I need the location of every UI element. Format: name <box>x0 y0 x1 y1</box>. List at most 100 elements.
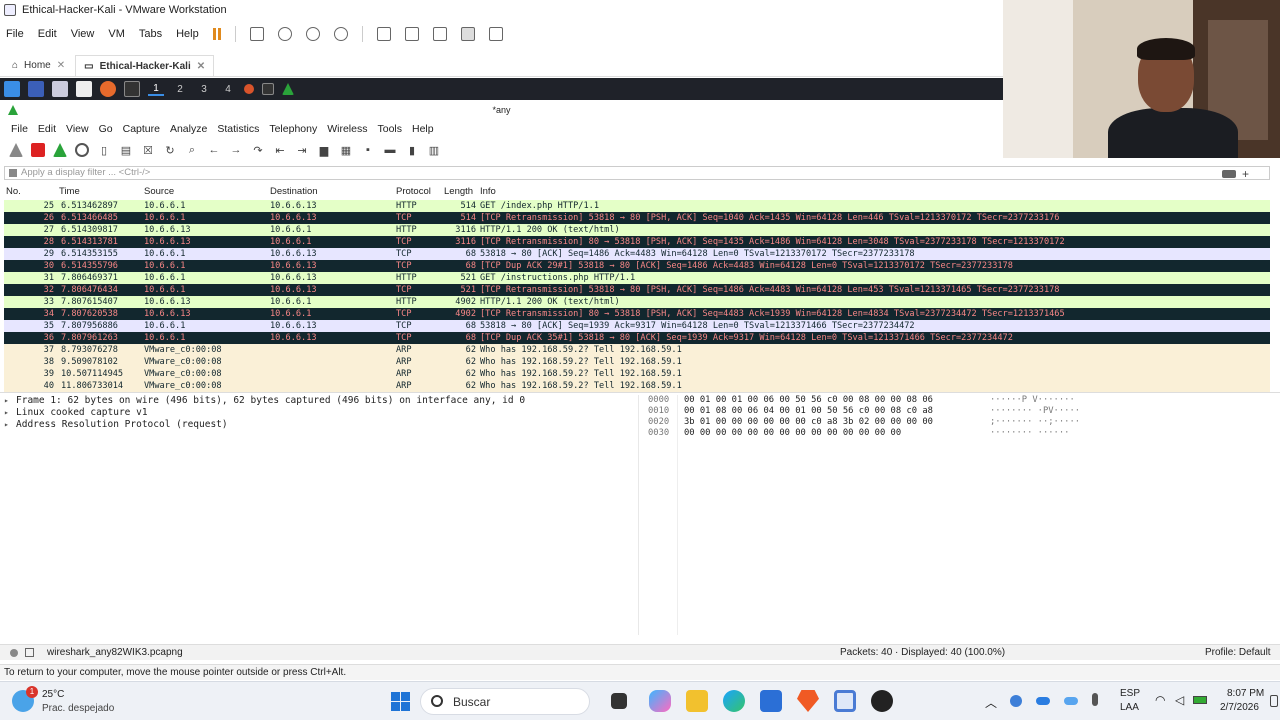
notifications-icon[interactable] <box>1270 695 1278 707</box>
terminal-icon[interactable] <box>262 83 274 95</box>
burp-icon[interactable] <box>244 84 254 94</box>
col-protocol[interactable]: Protocol <box>396 186 431 197</box>
packet-row[interactable]: 31 7.806469371 10.6.6.1 10.6.6.13 HTTP 521 GET… <box>4 272 1270 284</box>
stretch-guest-icon[interactable] <box>488 27 503 41</box>
normal-size-icon[interactable]: ▮ <box>405 143 419 157</box>
microphone-icon[interactable] <box>1092 693 1098 706</box>
vm-menu-vm[interactable]: VM <box>108 28 125 40</box>
taskbar-search-box[interactable]: Buscar <box>420 688 590 715</box>
colorize-icon[interactable]: ▦ <box>339 143 353 157</box>
packet-row[interactable]: 36 7.807961263 10.6.6.1 10.6.6.13 TCP 68 [TCP … <box>4 332 1270 344</box>
tab-ethical-hacker-kali[interactable]: ▭ Ethical-Hacker-Kali ✕ <box>75 55 215 76</box>
packet-row[interactable]: 26 6.513466485 10.6.6.1 10.6.6.13 TCP 514 [TCP… <box>4 212 1270 224</box>
ws-menu-tools[interactable]: Tools <box>377 123 402 135</box>
clock-date[interactable]: 2/7/2026 <box>1220 702 1259 713</box>
pause-icon[interactable] <box>212 28 221 40</box>
packet-row[interactable]: 28 6.514313781 10.6.6.13 10.6.6.1 TCP 3116 [TC… <box>4 236 1270 248</box>
wifi-icon[interactable]: ◠ <box>1155 693 1165 707</box>
ws-menu-capture[interactable]: Capture <box>123 123 160 135</box>
detail-row[interactable]: ▸ Frame 1: 62 bytes on wire (496 bits), 6… <box>4 395 634 407</box>
save-file-icon[interactable]: ▤ <box>119 143 133 157</box>
start-capture-icon[interactable] <box>9 143 23 157</box>
onedrive-icon[interactable] <box>1036 697 1050 705</box>
ws-menu-file[interactable]: File <box>11 123 28 135</box>
go-back-icon[interactable]: ← <box>207 143 221 157</box>
packet-row[interactable]: 35 7.807956886 10.6.6.1 10.6.6.13 TCP 68 53818… <box>4 320 1270 332</box>
workspace-3[interactable]: 3 <box>196 84 212 95</box>
workspace-4[interactable]: 4 <box>220 84 236 95</box>
last-packet-icon[interactable]: ⇥ <box>295 143 309 157</box>
zoom-in-icon[interactable]: ▪ <box>361 143 375 157</box>
copilot-icon[interactable] <box>649 690 671 712</box>
weather-widget[interactable]: 1 25°C Prac. despejado <box>8 686 138 716</box>
col-destination[interactable]: Destination <box>270 186 318 197</box>
ws-menu-telephony[interactable]: Telephony <box>269 123 317 135</box>
vm-menu-help[interactable]: Help <box>176 28 199 40</box>
packet-row[interactable]: 33 7.807615407 10.6.6.13 10.6.6.1 HTTP 4902 HT… <box>4 296 1270 308</box>
col-length[interactable]: Length <box>444 186 473 197</box>
packet-row[interactable]: 29 6.514353155 10.6.6.1 10.6.6.13 TCP 68 53818… <box>4 248 1270 260</box>
app-icon[interactable] <box>871 690 893 712</box>
onedrive-icon[interactable] <box>1064 697 1078 705</box>
packet-row[interactable]: 27 6.514309817 10.6.6.13 10.6.6.1 HTTP 3116 HT… <box>4 224 1270 236</box>
bytes-row[interactable]: 0030 00 00 00 00 00 00 00 00 00 00 00 00 … <box>642 428 1272 439</box>
tray-app-icon[interactable] <box>1010 695 1022 707</box>
bytes-row[interactable]: 0020 3b 01 00 00 00 00 00 00 c0 a8 3b 02 … <box>642 417 1272 428</box>
text-editor-icon[interactable] <box>76 81 92 97</box>
ws-menu-statistics[interactable]: Statistics <box>217 123 259 135</box>
packet-row[interactable]: 37 8.793076278 VMware_c0:00:08 ARP 62 Who has… <box>4 344 1270 356</box>
task-view-icon[interactable] <box>611 693 627 709</box>
packet-row[interactable]: 40 11.806733014 VMware_c0:00:08 ARP 62 Who ha… <box>4 380 1270 392</box>
display-filter-input[interactable]: Apply a display filter ... <Ctrl-/> <box>4 166 1270 180</box>
close-icon[interactable]: ✕ <box>57 60 65 71</box>
desktop-icon[interactable] <box>28 81 44 97</box>
expert-info-icon[interactable] <box>10 649 18 657</box>
terminal-icon[interactable] <box>124 81 140 97</box>
expand-arrow-icon[interactable]: ▸ <box>4 407 16 419</box>
vm-menu-edit[interactable]: Edit <box>38 28 57 40</box>
status-profile[interactable]: Profile: Default <box>1205 647 1271 658</box>
expand-arrow-icon[interactable]: ▸ <box>4 419 16 431</box>
language-indicator-2[interactable]: LAA <box>1120 702 1139 713</box>
bookmark-icon[interactable] <box>9 169 17 177</box>
clock-time[interactable]: 8:07 PM <box>1227 688 1264 699</box>
packet-row[interactable]: 25 6.513462897 10.6.6.1 10.6.6.13 HTTP 514 GET… <box>4 200 1270 212</box>
resize-columns-icon[interactable]: ▥ <box>427 143 441 157</box>
store-icon[interactable] <box>760 690 782 712</box>
ws-menu-analyze[interactable]: Analyze <box>170 123 207 135</box>
col-time[interactable]: Time <box>59 186 80 197</box>
restart-capture-icon[interactable] <box>53 143 67 157</box>
ws-menu-wireless[interactable]: Wireless <box>327 123 367 135</box>
volume-icon[interactable]: ◁ <box>1175 693 1184 707</box>
packet-row[interactable]: 30 6.514355796 10.6.6.1 10.6.6.13 TCP 68 [TCP … <box>4 260 1270 272</box>
go-forward-icon[interactable]: → <box>229 143 243 157</box>
zoom-out-icon[interactable]: ▬ <box>383 143 397 157</box>
edge-icon[interactable] <box>723 690 745 712</box>
col-info[interactable]: Info <box>480 186 496 197</box>
capture-comment-icon[interactable] <box>25 648 34 657</box>
brave-icon[interactable] <box>797 690 819 712</box>
revert-snapshot-icon[interactable] <box>305 27 320 41</box>
add-filter-button-icon[interactable]: + <box>1242 167 1249 181</box>
ws-menu-go[interactable]: Go <box>99 123 113 135</box>
workspace-2[interactable]: 2 <box>172 84 188 95</box>
vmware-taskbar-icon[interactable] <box>834 690 856 712</box>
library-icon[interactable] <box>376 27 391 41</box>
auto-scroll-icon[interactable]: ▆ <box>317 143 331 157</box>
find-packet-icon[interactable]: ⌕ <box>185 143 199 157</box>
filter-dropdown-icon[interactable] <box>1222 170 1236 178</box>
close-icon[interactable]: ✕ <box>197 61 205 72</box>
ws-menu-view[interactable]: View <box>66 123 89 135</box>
wireshark-icon[interactable] <box>282 83 294 95</box>
pane-divider-vertical[interactable] <box>638 395 639 635</box>
bytes-row[interactable]: 0000 00 01 00 01 00 06 00 50 56 c0 00 08 … <box>642 395 1272 406</box>
detail-row[interactable]: ▸ Linux cooked capture v1 <box>4 407 634 419</box>
file-manager-icon[interactable] <box>52 81 68 97</box>
open-file-icon[interactable]: ▯ <box>97 143 111 157</box>
col-no[interactable]: No. <box>6 186 21 197</box>
detail-row[interactable]: ▸ Address Resolution Protocol (request) <box>4 419 634 431</box>
stop-capture-icon[interactable] <box>31 143 45 157</box>
close-file-icon[interactable]: ☒ <box>141 143 155 157</box>
workspace-1[interactable]: 1 <box>148 83 164 96</box>
ws-menu-help[interactable]: Help <box>412 123 434 135</box>
